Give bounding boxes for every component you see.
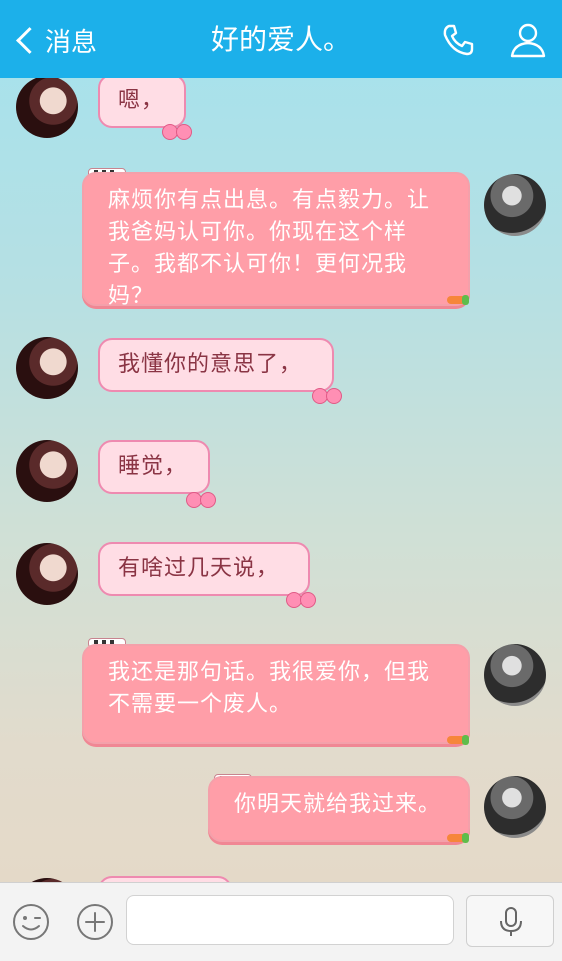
message-bubble[interactable]: 我还是那句话。我很爱你，但我不需要一个废人。: [82, 644, 470, 744]
carrot-sticker-icon: [447, 295, 469, 305]
phone-icon[interactable]: [440, 22, 476, 58]
voice-button[interactable]: [466, 895, 554, 947]
avatar[interactable]: [16, 543, 78, 605]
avatar[interactable]: [484, 174, 546, 236]
avatar[interactable]: [484, 776, 546, 838]
input-bar: [0, 882, 562, 961]
avatar[interactable]: [16, 337, 78, 399]
message-text: 有啥过几天说，: [118, 556, 280, 581]
message-text: 我懂你的意思了，: [118, 352, 303, 377]
message-bubble[interactable]: 我懂你的意思了，: [98, 338, 334, 392]
message-text: 你明天就给我过来。: [234, 792, 442, 817]
message-bubble[interactable]: 有啥过几天说，: [98, 542, 310, 596]
message-text: 睡觉，: [118, 454, 188, 479]
bow-sticker-icon: [312, 386, 342, 404]
bow-sticker-icon: [286, 590, 316, 608]
chat-header: 消息 好的爱人。: [0, 0, 562, 78]
page-title: 好的爱人。: [210, 23, 351, 56]
carrot-sticker-icon: [447, 735, 469, 745]
plus-icon[interactable]: [76, 903, 114, 941]
message-text: 麻烦你有点出息。有点毅力。让我爸妈认可你。你现在这个样子。我都不认可你！更何况我…: [108, 188, 431, 309]
message-bubble[interactable]: 你明天就给我过来。: [208, 776, 470, 842]
bow-sticker-icon: [162, 122, 192, 140]
carrot-sticker-icon: [447, 833, 469, 843]
emoji-icon[interactable]: [12, 903, 50, 941]
contact-icon[interactable]: [508, 20, 548, 60]
message-input[interactable]: [126, 895, 454, 945]
avatar[interactable]: [16, 78, 78, 138]
bow-sticker-icon: [186, 490, 216, 508]
microphone-icon: [500, 907, 522, 936]
avatar[interactable]: [16, 440, 78, 502]
message-bubble[interactable]: 麻烦你有点出息。有点毅力。让我爸妈认可你。你现在这个样子。我都不认可你！更何况我…: [82, 172, 470, 309]
message-bubble[interactable]: 嗯，: [98, 78, 186, 128]
message-list[interactable]: 嗯， 麻烦你有点出息。有点毅力。让我爸妈认可你。你现在这个样子。我都不认可你！更…: [0, 78, 562, 882]
message-text: 嗯，: [118, 88, 165, 113]
message-text: 我还是那句话。我很爱你，但我不需要一个废人。: [108, 660, 431, 717]
message-bubble[interactable]: 睡觉，: [98, 440, 210, 494]
avatar[interactable]: [484, 644, 546, 706]
